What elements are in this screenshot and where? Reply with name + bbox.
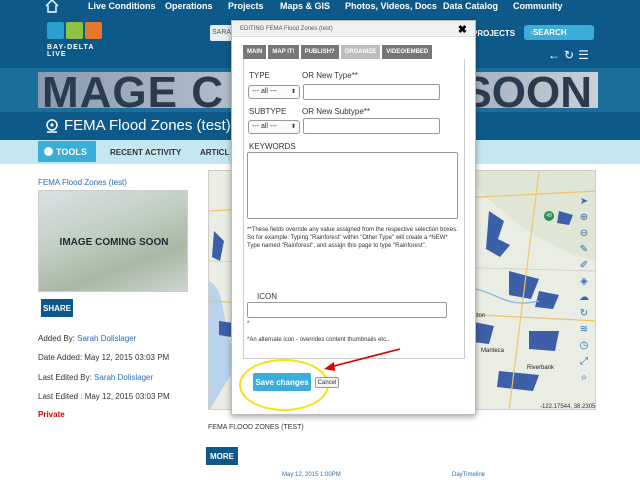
location-pin-icon: [46, 119, 58, 133]
type-label: TYPE: [249, 71, 270, 80]
map-coordinates: -122.17544, 38.2305: [540, 404, 596, 410]
added-by: Added By: Sarah Dolislager: [38, 334, 136, 343]
rotate-icon[interactable]: ↻: [578, 308, 590, 320]
refresh-icon[interactable]: ↻: [564, 48, 578, 62]
added-by-label: Added By:: [38, 334, 78, 343]
layers-icon[interactable]: ◈: [578, 276, 590, 288]
privacy-status: Private: [38, 410, 65, 419]
more-button[interactable]: MORE: [206, 447, 238, 465]
share-button[interactable]: SHARE: [41, 299, 73, 317]
thumbnail-image: IMAGE COMING SOON: [38, 190, 188, 292]
road-badge: 49: [544, 211, 554, 221]
search-label: SEARCH: [532, 28, 567, 37]
date-added: Date Added: May 12, 2015 03:03 PM: [38, 353, 170, 362]
zoom-out-icon[interactable]: ⊖: [578, 228, 590, 240]
map-label-manteca: Manteca: [481, 348, 505, 354]
header-user-field[interactable]: SARA: [210, 25, 232, 41]
modal-title: EDITING FEMA Flood Zones (test): [232, 21, 475, 37]
new-type-input[interactable]: [303, 84, 440, 100]
cancel-button[interactable]: Cancel: [315, 377, 339, 388]
tab-organize[interactable]: ORGANIZE: [340, 45, 381, 59]
select-arrows-icon: ⬍: [290, 89, 296, 95]
gear-icon: [44, 147, 53, 156]
back-arrow-icon[interactable]: ←: [548, 48, 564, 62]
override-note-1: **These fields override any value assign…: [247, 227, 458, 233]
draw-icon[interactable]: ✐: [578, 260, 590, 272]
top-nav: Live Conditions Operations Projects Maps…: [0, 0, 640, 14]
timeline-date: May 12, 2015 1:00PM: [282, 472, 341, 478]
map-label-riverbank: Riverbank: [527, 365, 555, 371]
nav-data-catalog[interactable]: Data Catalog: [443, 1, 498, 11]
annotation-arrow-icon: [324, 348, 401, 371]
icon-input[interactable]: [247, 302, 447, 318]
icon-note: *An alternate icon - overrides content t…: [247, 337, 390, 343]
tools-label: TOOLS: [56, 147, 87, 157]
override-note: **These fields override any value assign…: [247, 226, 459, 250]
search-button[interactable]: ◦SEARCH: [524, 25, 594, 40]
stack-icon[interactable]: ≋: [578, 324, 590, 336]
last-edited: Last Edited : May 12, 2015 03:03 PM: [38, 392, 170, 401]
type-select[interactable]: --- all --- ⬍: [248, 85, 300, 99]
added-by-user-link[interactable]: Sarah Dolislager: [77, 334, 136, 343]
subtype-select[interactable]: --- all --- ⬍: [248, 120, 300, 134]
tab-map-it[interactable]: MAP IT!: [268, 45, 299, 59]
expand-icon[interactable]: ⤢: [578, 356, 590, 368]
tab-recent-activity[interactable]: RECENT ACTIVITY: [110, 148, 181, 157]
tab-publish[interactable]: PUBLISH?: [300, 45, 339, 59]
timeline-link[interactable]: DayTimeline: [452, 472, 485, 478]
home-icon[interactable]: [44, 0, 60, 13]
new-subtype-label: OR New Subtype**: [302, 107, 371, 116]
logo-tile-blue: [47, 22, 64, 39]
modal-tabs: MAIN MAP IT! PUBLISH? ORGANIZE VIDEO/EMB…: [243, 45, 434, 59]
list-icon[interactable]: ☰: [578, 48, 593, 62]
banner-text-left: MAGE C: [42, 72, 224, 108]
nav-maps-gis[interactable]: Maps & GIS: [280, 1, 330, 11]
logo-tile-green: [66, 22, 83, 39]
nav-community[interactable]: Community: [513, 1, 563, 11]
close-icon[interactable]: ✖: [458, 23, 467, 36]
override-note-2: So for example: Typing "Rainforest" with…: [247, 235, 448, 249]
measure-icon[interactable]: ✎: [578, 244, 590, 256]
projects-button[interactable]: PROJECTS: [472, 25, 518, 41]
keywords-textarea[interactable]: [247, 152, 458, 219]
new-type-label: OR New Type**: [302, 71, 358, 80]
nav-live-conditions[interactable]: Live Conditions: [88, 1, 156, 11]
map-caption: FEMA FLOOD ZONES (TEST): [208, 424, 304, 431]
save-changes-button[interactable]: Save changes: [253, 373, 311, 391]
subtype-label: SUBTYPE: [249, 107, 287, 116]
timeline-strip: May 12, 2015 1:00PM DayTimeline: [220, 472, 600, 480]
time-icon[interactable]: ◷: [578, 340, 590, 352]
select-arrows-icon: ⬍: [290, 124, 296, 130]
logo-tile-orange: [85, 22, 102, 39]
new-subtype-input[interactable]: [303, 118, 440, 134]
last-edited-by: Last Edited By: Sarah Dolislager: [38, 373, 153, 382]
tab-articles[interactable]: ARTICL: [200, 148, 229, 157]
cloud-upload-icon[interactable]: ☁: [578, 292, 590, 304]
tab-main[interactable]: MAIN: [243, 45, 267, 59]
banner-text-right: SOON: [462, 72, 592, 108]
header-icons: ←↻☰: [548, 48, 593, 62]
thumbnail-text: IMAGE COMING SOON: [59, 237, 169, 248]
nav-projects[interactable]: Projects: [228, 1, 264, 11]
tools-button[interactable]: TOOLS: [38, 141, 96, 162]
map-toolbar: ➤ ⊕ ⊖ ✎ ✐ ◈ ☁ ↻ ≋ ◷ ⤢ ⌕: [578, 196, 592, 388]
nav-photos-videos-docs[interactable]: Photos, Videos, Docs: [345, 1, 437, 11]
subtype-select-value: --- all ---: [252, 123, 277, 130]
nav-operations[interactable]: Operations: [165, 1, 213, 11]
icon-asterisk: *: [247, 321, 250, 327]
icon-label: ICON: [257, 292, 277, 301]
search-map-icon[interactable]: ⌕: [578, 372, 590, 384]
cursor-icon[interactable]: ➤: [578, 196, 590, 208]
tab-video-embed[interactable]: VIDEO/EMBED: [382, 45, 433, 59]
keywords-label: KEYWORDS: [249, 142, 296, 151]
page-title: FEMA Flood Zones (test): [64, 117, 231, 134]
zoom-in-icon[interactable]: ⊕: [578, 212, 590, 224]
last-edited-by-user-link[interactable]: Sarah Dolislager: [94, 373, 153, 382]
type-select-value: --- all ---: [252, 88, 277, 95]
logo-text: BAY-DELTA LIVE: [47, 44, 95, 58]
last-edited-by-label: Last Edited By:: [38, 373, 95, 382]
breadcrumb[interactable]: FEMA Flood Zones (test): [38, 178, 127, 187]
